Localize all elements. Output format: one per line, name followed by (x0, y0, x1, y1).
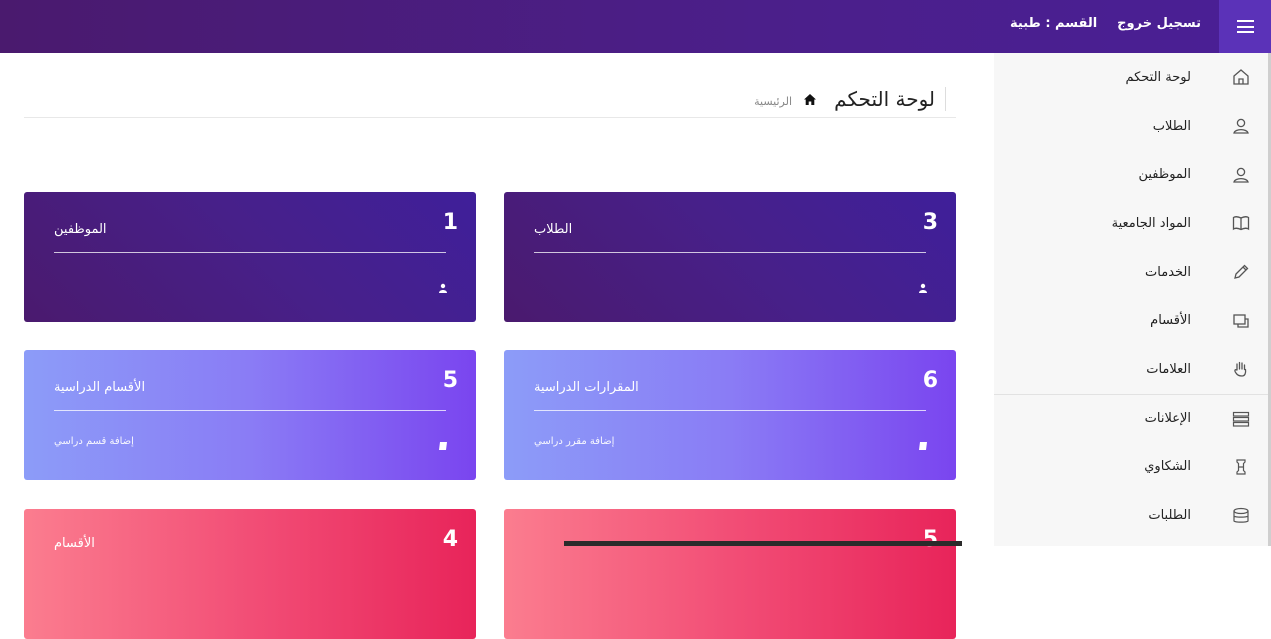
logout-link[interactable]: تسجيل خروج (1117, 16, 1201, 31)
user-icon (1230, 164, 1252, 186)
database-icon (1230, 505, 1252, 527)
card-count: 5 (922, 527, 938, 552)
main-content: لوحة التحكم الرئيسية 3 الطلاب 1 الموظفين… (0, 53, 994, 639)
book-icon (1230, 212, 1252, 234)
top-navbar: تسجيل خروج القسم : طبية (0, 0, 1271, 53)
top-links: تسجيل خروج القسم : طبية (1010, 16, 1201, 31)
overlay-strip (564, 541, 962, 546)
sidebar-item-services[interactable]: الخدمات (994, 248, 1268, 297)
sidebar-item-label: الإعلانات (1144, 411, 1191, 427)
stat-card-courses[interactable]: 6 المقرارات الدراسية إضافة مقرر دراسي (504, 350, 956, 480)
sidebar-item-label: المواد الجامعية (1111, 215, 1191, 231)
hand-icon (1230, 358, 1252, 380)
stat-card-study-departments[interactable]: 5 الأقسام الدراسية إضافة قسم دراسي (24, 350, 476, 480)
pencil-icon (1230, 261, 1252, 283)
card-divider (54, 410, 446, 411)
card-title: الطلاب (534, 222, 573, 237)
page-header: لوحة التحكم الرئيسية (24, 85, 956, 118)
card-divider (54, 252, 446, 253)
page-title: لوحة التحكم (834, 87, 946, 111)
sidebar-item-grades[interactable]: العلامات (994, 345, 1268, 394)
card-title: الموظفين (54, 222, 107, 237)
sidebar-item-subjects[interactable]: المواد الجامعية (994, 199, 1268, 248)
sidebar-item-label: الموظفين (1138, 167, 1191, 183)
sidebar-item-label: العلامات (1146, 361, 1191, 377)
card-count: 5 (442, 368, 458, 393)
sidebar-item-departments[interactable]: الأقسام (994, 296, 1268, 345)
stat-card-students[interactable]: 3 الطلاب (504, 192, 956, 322)
add-department-link[interactable]: إضافة قسم دراسي (54, 436, 134, 447)
windows-icon (1230, 310, 1252, 332)
menu-toggle-button[interactable] (1219, 0, 1271, 53)
sidebar-item-label: الشكاوي (1144, 459, 1191, 475)
sidebar-item-announcements[interactable]: الإعلانات (994, 393, 1268, 443)
user-icon (916, 278, 928, 293)
book-icon (916, 436, 928, 450)
sidebar-item-label: الطلاب (1152, 118, 1191, 134)
home-icon (804, 94, 816, 108)
stat-card-row3-left[interactable]: 4 الأقسام (24, 509, 476, 639)
tower-icon (1230, 456, 1252, 478)
breadcrumb-home[interactable]: الرئيسية (754, 95, 792, 108)
sidebar-item-requests[interactable]: الطلبات (994, 491, 1268, 540)
card-count: 1 (442, 210, 458, 235)
book-icon (436, 436, 448, 450)
stat-card-employees[interactable]: 1 الموظفين (24, 192, 476, 322)
card-title: الأقسام الدراسية (54, 380, 146, 395)
card-divider (534, 252, 926, 253)
user-icon (1230, 115, 1252, 137)
add-course-link[interactable]: إضافة مقرر دراسي (534, 436, 614, 447)
sidebar-item-label: الأقسام (1150, 313, 1191, 329)
sidebar-item-complaints[interactable]: الشكاوي (994, 443, 1268, 492)
card-divider (534, 410, 926, 411)
sidebar-item-dashboard[interactable]: لوحة التحكم (994, 53, 1268, 102)
sidebar-item-employees[interactable]: الموظفين (994, 150, 1268, 199)
card-title: المقرارات الدراسية (534, 380, 639, 395)
sidebar-item-label: الخدمات (1145, 264, 1191, 280)
section-info: القسم : طبية (1010, 16, 1097, 31)
sidebar: لوحة التحكم الطلاب الموظفين المواد الجام… (994, 53, 1271, 546)
card-title: الأقسام (54, 536, 95, 551)
list-icon (1230, 408, 1252, 430)
sidebar-item-students[interactable]: الطلاب (994, 102, 1268, 151)
card-count: 4 (442, 527, 458, 552)
hamburger-icon (1236, 20, 1254, 33)
sidebar-item-label: الطلبات (1148, 508, 1191, 524)
breadcrumb: الرئيسية (754, 94, 816, 108)
section-value: طبية (1010, 16, 1041, 31)
stat-card-row3-right[interactable]: 5 (504, 509, 956, 639)
home-icon (1230, 66, 1252, 88)
sidebar-item-label: لوحة التحكم (1125, 69, 1191, 85)
user-icon (436, 278, 448, 293)
card-count: 6 (922, 368, 938, 393)
card-count: 3 (922, 210, 938, 235)
section-label: القسم : (1040, 16, 1098, 31)
